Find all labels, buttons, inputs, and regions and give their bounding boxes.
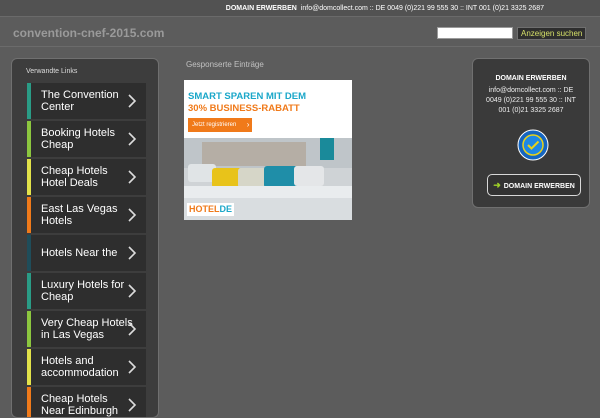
site-title[interactable]: convention-cnef-2015.com	[13, 26, 164, 40]
chevron-right-icon	[128, 94, 137, 108]
search-button[interactable]: Anzeigen suchen	[517, 27, 587, 40]
related-link-label: Hotels and accommodation	[41, 355, 119, 379]
related-link-item[interactable]: Booking Hotels Cheap	[27, 121, 146, 157]
related-link-label: Luxury Hotels for Cheap	[41, 279, 125, 303]
hotel-de-logo: HOTELDE	[187, 203, 235, 216]
ad-register-label: Jetzt registrieren	[192, 122, 237, 128]
related-link-item[interactable]: Very Cheap Hotels in Las Vegas	[27, 311, 146, 347]
related-link-item[interactable]: The Convention Center	[27, 83, 146, 119]
related-link-item[interactable]: Cheap Hotels Near Edinburgh	[27, 387, 146, 417]
domain-purchase-box: DOMAIN ERWERBEN info@domcollect.com :: D…	[472, 58, 590, 208]
link-color-bar	[27, 159, 31, 195]
top-contact-text: info@domcollect.com :: DE 0049 (0)221 99…	[300, 5, 544, 12]
arrow-right-icon: ➜	[493, 180, 501, 190]
chevron-right-icon	[128, 246, 137, 260]
domain-box-contact: info@domcollect.com :: DE 0049 (0)221 99…	[486, 87, 576, 114]
link-color-bar	[27, 83, 31, 119]
chevron-right-icon	[128, 322, 137, 336]
link-color-bar	[27, 311, 31, 347]
buy-domain-label: DOMAIN ERWERBEN	[503, 183, 575, 190]
ad-headline-1: SMART SPAREN MIT DEM	[188, 91, 307, 102]
related-link-label: East Las Vegas Hotels	[41, 203, 118, 227]
ad-register-button[interactable]: Jetzt registrieren ›	[188, 118, 253, 132]
related-link-label: Hotels Near the	[41, 247, 118, 259]
ad-headline-2: 30% BUSINESS-RABATT	[188, 103, 300, 114]
ad-banner[interactable]: SMART SPAREN MIT DEM 30% BUSINESS-RABATT…	[184, 80, 352, 220]
link-color-bar	[27, 349, 31, 385]
sponsored-title: Gesponserte Einträge	[186, 60, 264, 69]
related-link-item[interactable]: Cheap Hotels Hotel Deals	[27, 159, 146, 195]
link-color-bar	[27, 387, 31, 417]
link-color-bar	[27, 121, 31, 157]
top-buy-domain-link[interactable]: DOMAIN ERWERBEN	[226, 5, 297, 12]
related-links-title: Verwandte Links	[26, 68, 78, 75]
header-divider	[0, 46, 600, 47]
related-link-item[interactable]: Luxury Hotels for Cheap	[27, 273, 146, 309]
chevron-right-icon	[128, 284, 137, 298]
related-link-item[interactable]: Hotels Near the	[27, 235, 146, 271]
related-link-label: Cheap Hotels Near Edinburgh	[41, 393, 119, 417]
chevron-right-icon	[128, 360, 137, 374]
search-input[interactable]	[437, 27, 513, 39]
link-color-bar	[27, 273, 31, 309]
link-color-bar	[27, 235, 31, 271]
related-link-label: Cheap Hotels Hotel Deals	[41, 165, 108, 189]
related-link-item[interactable]: Hotels and accommodation	[27, 349, 146, 385]
chevron-right-icon	[128, 208, 137, 222]
related-link-label: Very Cheap Hotels in Las Vegas	[41, 317, 133, 341]
top-bar: DOMAIN ERWERBEN info@domcollect.com :: DE…	[0, 0, 600, 17]
related-link-item[interactable]: East Las Vegas Hotels	[27, 197, 146, 233]
chevron-right-icon	[128, 132, 137, 146]
related-links-list: The Convention Center Booking Hotels Chea…	[27, 83, 146, 417]
related-link-label: The Convention Center	[41, 89, 119, 113]
buy-domain-button[interactable]: ➜ DOMAIN ERWERBEN	[487, 174, 581, 196]
related-link-label: Booking Hotels Cheap	[41, 127, 115, 151]
chevron-right-icon	[128, 170, 137, 184]
domain-box-title: DOMAIN ERWERBEN	[495, 75, 567, 82]
link-color-bar	[27, 197, 31, 233]
trust-seal-icon	[517, 129, 549, 161]
chevron-right-icon	[128, 398, 137, 412]
chevron-right-icon: ›	[246, 120, 250, 129]
related-links-panel: Verwandte Links The Convention Center Boo…	[11, 58, 159, 418]
